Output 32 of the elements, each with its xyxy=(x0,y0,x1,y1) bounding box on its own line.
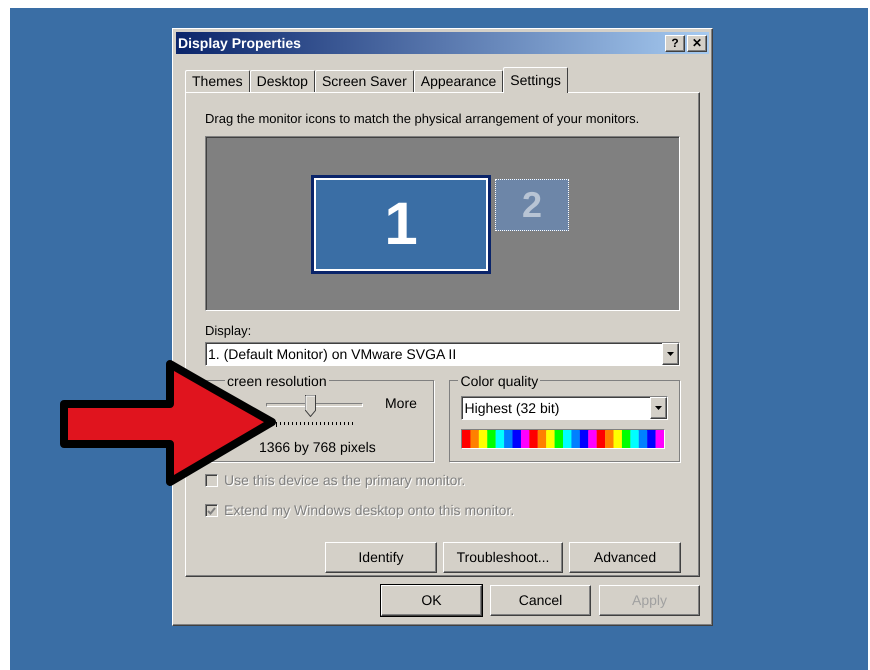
tab[interactable]: Appearance xyxy=(414,70,504,92)
color-quality-dropdown[interactable]: Highest (32 bit) xyxy=(461,396,668,420)
dialog-button[interactable]: OK xyxy=(381,585,482,616)
tab[interactable]: Themes xyxy=(185,70,250,92)
panel-button[interactable]: Advanced xyxy=(569,542,681,573)
panel-button[interactable]: Troubleshoot... xyxy=(443,542,563,573)
panel-button[interactable]: Identify xyxy=(325,542,437,573)
checkbox-label: Use this device as the primary monitor. xyxy=(224,471,466,490)
checkbox-label: Extend my Windows desktop onto this monitor. xyxy=(224,501,514,520)
window-title: Display Properties xyxy=(178,34,301,53)
monitor-number: 1 xyxy=(384,194,418,254)
checkmark-icon xyxy=(207,506,216,514)
caret-icon xyxy=(655,406,662,410)
monitor-icon[interactable]: 1 xyxy=(311,174,491,274)
caret-icon xyxy=(667,352,674,356)
tab[interactable]: Desktop xyxy=(250,70,315,92)
slider-thumb[interactable] xyxy=(304,395,316,417)
help-button[interactable]: ? xyxy=(665,34,685,52)
display-dropdown[interactable]: 1. (Default Monitor) on VMware SVGA II xyxy=(205,342,680,366)
instruction-text: Drag the monitor icons to match the physical arrangement of your monitors. xyxy=(205,110,640,128)
resolution-reading: 1366 by 768 pixels xyxy=(259,438,376,457)
display-label: Display: xyxy=(205,322,252,340)
dropdown-value: Highest (32 bit) xyxy=(463,398,560,418)
close-button[interactable]: ✕ xyxy=(687,34,707,52)
tab[interactable]: Settings xyxy=(503,67,568,93)
dialog-button[interactable]: Cancel xyxy=(490,585,591,616)
more-label: More xyxy=(385,394,417,413)
dropdown-button[interactable] xyxy=(650,397,667,419)
dropdown-value: 1. (Default Monitor) on VMware SVGA II xyxy=(207,344,458,364)
monitor-number: 2 xyxy=(522,186,542,222)
dropdown-button[interactable] xyxy=(662,343,679,365)
tab[interactable]: Screen Saver xyxy=(314,70,414,92)
